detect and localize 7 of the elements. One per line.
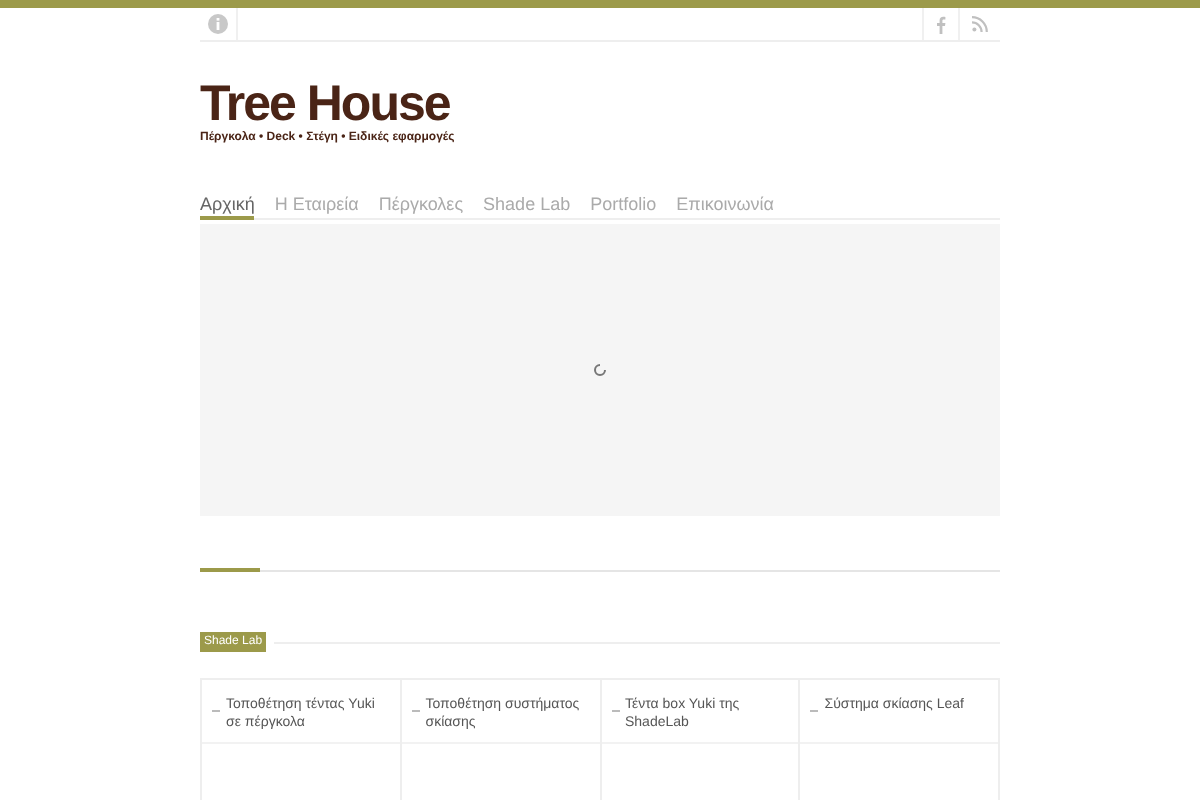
accent-line [200,568,260,572]
nav-link[interactable]: Αρχική [200,192,255,220]
facebook-icon[interactable] [936,15,946,33]
loading-icon [594,364,606,376]
logo-title[interactable]: Tree House [200,80,460,130]
rss-icon[interactable] [972,16,988,32]
info-icon[interactable] [208,14,228,34]
